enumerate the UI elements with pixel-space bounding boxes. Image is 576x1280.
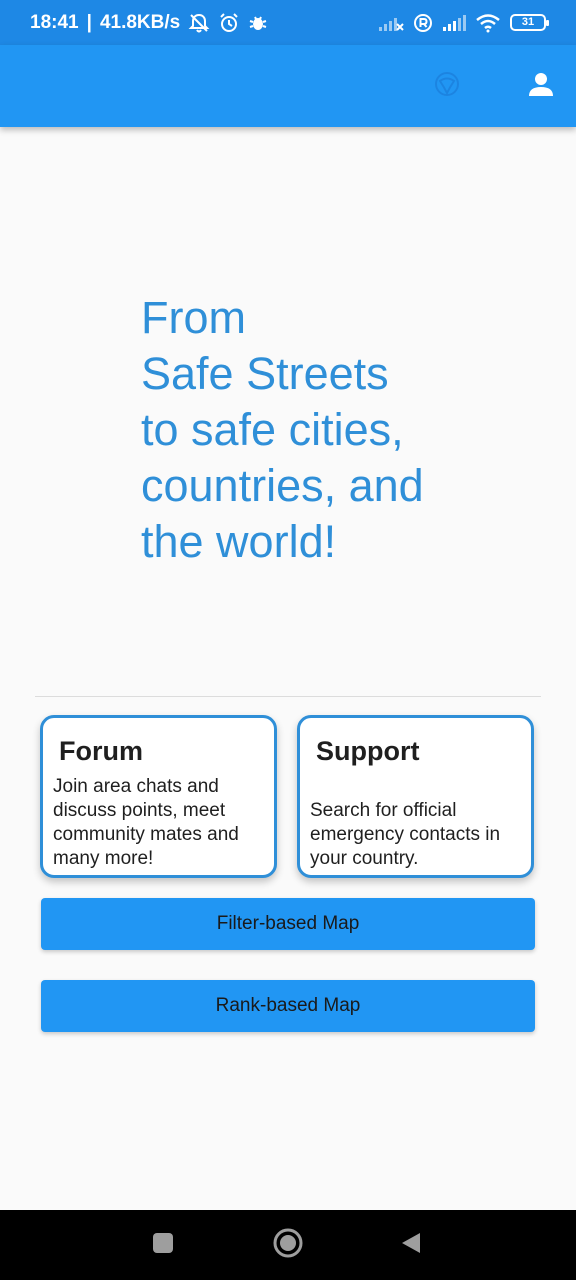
signal-bars-icon	[442, 14, 466, 32]
recents-square-icon	[152, 1232, 174, 1259]
signal-no-sim-icon	[378, 14, 404, 32]
support-card-description: Search for official emergency contacts i…	[310, 800, 501, 869]
notifications-off-icon	[188, 12, 210, 34]
support-card[interactable]: Support Search for official emergency co…	[297, 715, 534, 878]
home-circle-icon	[272, 1227, 304, 1264]
wifi-icon	[475, 13, 501, 33]
rank-based-map-button[interactable]: Rank-based Map	[41, 980, 535, 1032]
back-triangle-icon	[399, 1231, 423, 1260]
system-navigation-bar	[0, 1210, 576, 1280]
app-bar	[0, 45, 576, 127]
hero-line: the world!	[141, 516, 337, 567]
status-right: 31	[378, 0, 549, 45]
support-card-title: Support	[316, 736, 420, 766]
account-icon	[528, 71, 554, 102]
back-button[interactable]	[398, 1232, 424, 1258]
hero-line: From	[141, 292, 246, 343]
status-left: 18:41 | 41.8KB/s	[30, 0, 268, 45]
app-logo-icon	[430, 67, 464, 101]
recents-button[interactable]	[150, 1232, 176, 1258]
hero-line: to safe cities,	[141, 404, 404, 455]
hero-slogan: From Safe Streets to safe cities, countr…	[141, 290, 561, 570]
forum-card-description: Join area chats and discuss points, meet…	[53, 776, 239, 869]
forum-card[interactable]: Forum Join area chats and discuss points…	[40, 715, 277, 878]
status-time: 18:41	[30, 11, 79, 33]
hero-line: Safe Streets	[141, 348, 389, 399]
account-button[interactable]	[522, 67, 560, 105]
status-bar: 18:41 | 41.8KB/s 31	[0, 0, 576, 45]
status-network-speed: 41.8KB/s	[99, 11, 181, 33]
filter-based-map-button[interactable]: Filter-based Map	[41, 898, 535, 950]
home-button[interactable]	[272, 1227, 304, 1264]
hero-line: countries, and	[141, 460, 424, 511]
roaming-r-icon	[413, 13, 433, 33]
bug-icon	[248, 13, 268, 33]
forum-card-title: Forum	[59, 736, 143, 766]
alarm-icon	[218, 12, 240, 34]
battery-icon: 31	[510, 14, 549, 31]
divider	[35, 696, 541, 697]
status-separator: |	[86, 11, 92, 33]
